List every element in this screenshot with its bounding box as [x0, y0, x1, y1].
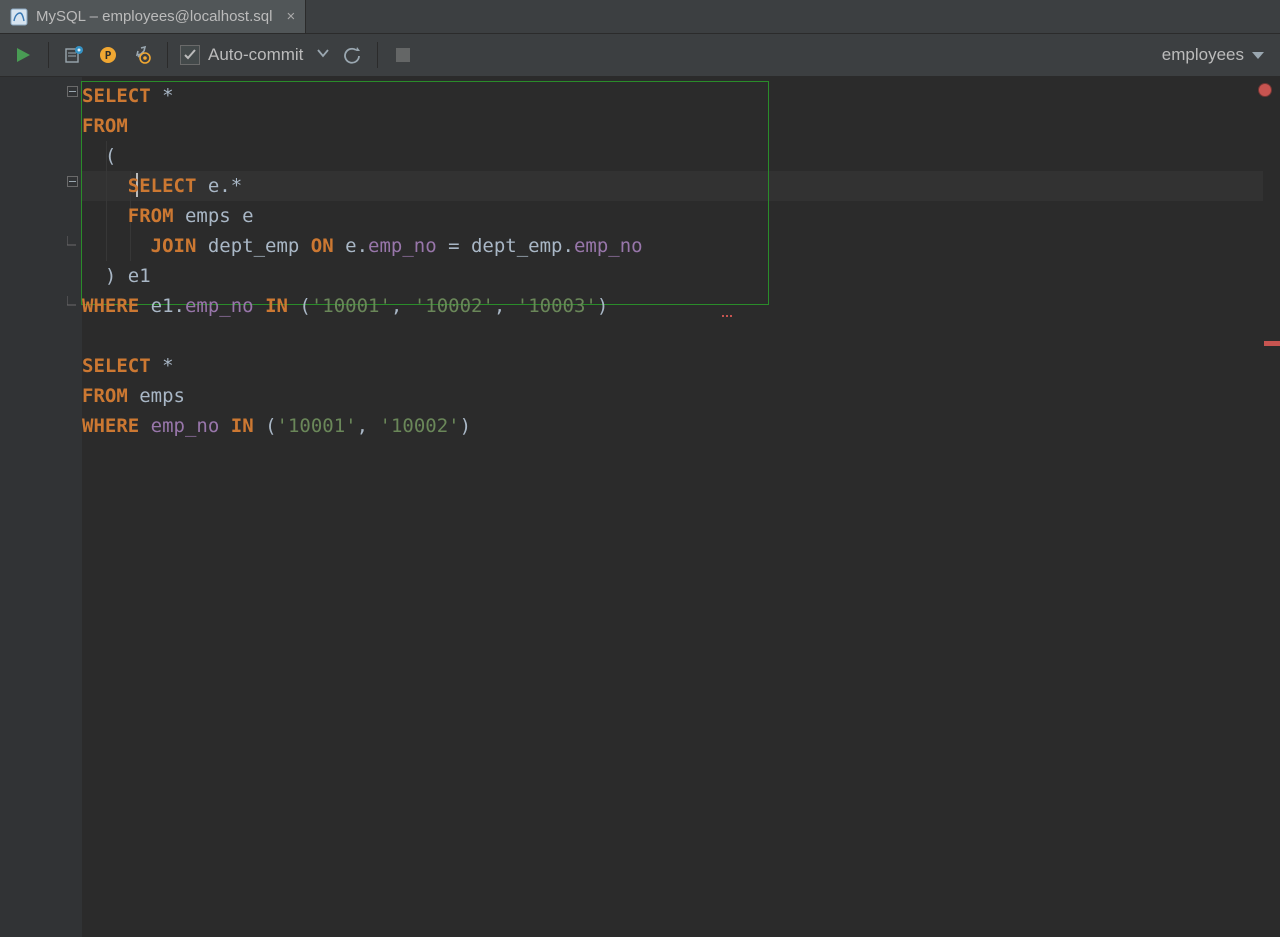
fold-handle-icon[interactable]	[66, 175, 78, 187]
fold-end-icon[interactable]	[66, 295, 78, 307]
code-line[interactable]: ) e1	[82, 261, 1280, 291]
separator	[377, 42, 378, 68]
auto-commit-label: Auto-commit	[208, 45, 303, 65]
chevron-down-icon	[315, 45, 331, 66]
settings-button[interactable]	[129, 42, 155, 68]
run-button[interactable]	[10, 42, 36, 68]
auto-commit-toggle[interactable]: Auto-commit	[180, 45, 331, 66]
stop-button[interactable]	[390, 42, 416, 68]
parameters-button[interactable]: P	[95, 42, 121, 68]
code-line[interactable]: FROM emps e	[82, 201, 1280, 231]
code-line[interactable]: FROM emps	[82, 381, 1280, 411]
error-squiggle	[722, 315, 732, 317]
fold-handle-icon[interactable]	[66, 85, 78, 97]
svg-text:P: P	[105, 49, 112, 62]
toolbar: P Auto-commit employees	[0, 34, 1280, 77]
explain-plan-button[interactable]	[61, 42, 87, 68]
code-line[interactable]: FROM	[82, 111, 1280, 141]
code-editor[interactable]: SELECT * FROM ( SELECT e.* FROM emps e J…	[82, 77, 1280, 937]
editor-area: SELECT * FROM ( SELECT e.* FROM emps e J…	[0, 77, 1280, 937]
separator	[48, 42, 49, 68]
code-line[interactable]: SELECT e.*	[82, 171, 1280, 201]
schema-name: employees	[1162, 45, 1244, 65]
tab-bar: MySQL – employees@localhost.sql ×	[0, 0, 1280, 34]
code-line[interactable]	[82, 321, 1280, 351]
close-icon[interactable]: ×	[286, 8, 295, 25]
editor-tab[interactable]: MySQL – employees@localhost.sql ×	[0, 0, 306, 33]
tab-title: MySQL – employees@localhost.sql	[36, 8, 272, 25]
code-line[interactable]: (	[82, 141, 1280, 171]
code-line[interactable]: SELECT *	[82, 81, 1280, 111]
fold-end-icon[interactable]	[66, 235, 78, 247]
schema-selector[interactable]: employees	[1162, 45, 1270, 65]
code-line[interactable]: JOIN dept_emp ON e.emp_no = dept_emp.emp…	[82, 231, 1280, 261]
rollback-button[interactable]	[339, 42, 365, 68]
code-line[interactable]: WHERE e1.emp_no IN ('10001', '10002', '1…	[82, 291, 1280, 321]
code-line[interactable]: SELECT *	[82, 351, 1280, 381]
code-line[interactable]: WHERE emp_no IN ('10001', '10002')	[82, 411, 1280, 441]
separator	[167, 42, 168, 68]
dropdown-triangle-icon	[1252, 52, 1264, 59]
checkbox-icon	[180, 45, 200, 65]
gutter[interactable]	[0, 77, 82, 937]
mysql-file-icon	[10, 8, 28, 26]
